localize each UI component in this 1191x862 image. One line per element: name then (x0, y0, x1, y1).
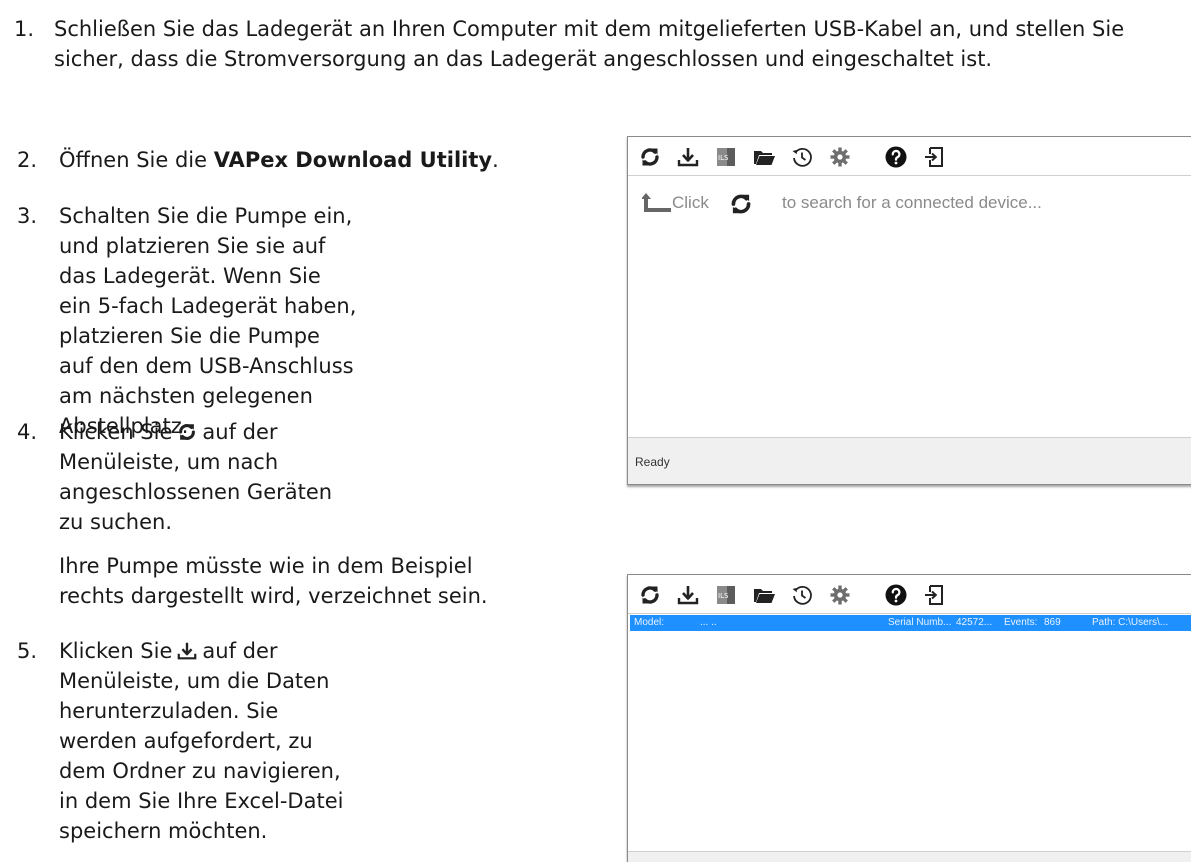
settings-icon[interactable] (828, 583, 852, 607)
help-icon[interactable] (884, 583, 908, 607)
folder-open-icon[interactable] (752, 583, 776, 607)
help-icon[interactable] (884, 145, 908, 169)
step-number: 5. (17, 639, 38, 663)
hint-message: to search for a connected device... (782, 193, 1042, 212)
app-name: VAPex Download Utility (213, 148, 493, 172)
menu-bar (628, 575, 1191, 614)
model-label: Model: (634, 617, 665, 628)
history-icon[interactable] (790, 145, 814, 169)
hint-click-text: Click (672, 193, 709, 212)
events-value: 869 (1044, 617, 1061, 628)
refresh-icon (176, 421, 198, 443)
ils-icon[interactable] (714, 145, 738, 169)
step-text: Klicken Sie auf der Menüleiste, um die Da… (59, 639, 344, 843)
path-value: Path: C:\Users\... (1092, 617, 1169, 628)
status-bar: Ready (628, 437, 1191, 484)
settings-icon[interactable] (828, 145, 852, 169)
serial-value: 42572... (956, 617, 993, 628)
step-number: 3. (17, 204, 38, 228)
exit-icon[interactable] (922, 145, 946, 169)
refresh-icon (726, 191, 756, 217)
step-text: Öffnen Sie die VAPex Download Utility. (59, 148, 499, 172)
instruction-document: 1. Schließen Sie das Ladegerät an Ihren … (0, 0, 1191, 862)
events-label: Events: (1004, 617, 1038, 628)
status-text: Ready (635, 455, 670, 469)
status-bar (628, 851, 1191, 862)
menu-bar (628, 137, 1191, 176)
step-number: 2. (17, 148, 38, 172)
app-screenshot-search: Click to search for a connected device..… (627, 136, 1191, 485)
note-text: Ihre Pumpe müsste wie in dem Beispiel re… (59, 554, 488, 608)
step-text: Klicken Sie auf der Menüleiste, um nach a… (59, 420, 333, 534)
download-icon (176, 640, 198, 662)
step-number: 1. (14, 17, 35, 41)
app-screenshot-device-list: Model: ... .. Serial Numb... 42572... Ev… (627, 574, 1191, 862)
serial-label: Serial Numb... (888, 617, 952, 628)
refresh-icon[interactable] (638, 145, 662, 169)
step-4-note: Ihre Pumpe müsste wie in dem Beispiel re… (59, 551, 619, 611)
step-text: Schließen Sie das Ladegerät an Ihren Com… (54, 17, 1125, 71)
exit-icon[interactable] (922, 583, 946, 607)
step-text: Schalten Sie die Pumpe ein, und platzier… (59, 204, 357, 438)
device-list-row[interactable]: Model: ... .. Serial Numb... 42572... Ev… (630, 615, 1191, 631)
refresh-icon[interactable] (638, 583, 662, 607)
folder-open-icon[interactable] (752, 145, 776, 169)
download-icon[interactable] (676, 145, 700, 169)
model-value: ... .. (700, 617, 717, 628)
step-number: 4. (17, 420, 38, 444)
ils-icon[interactable] (714, 583, 738, 607)
history-icon[interactable] (790, 583, 814, 607)
arrow-up-left-icon (642, 193, 671, 212)
download-icon[interactable] (676, 583, 700, 607)
